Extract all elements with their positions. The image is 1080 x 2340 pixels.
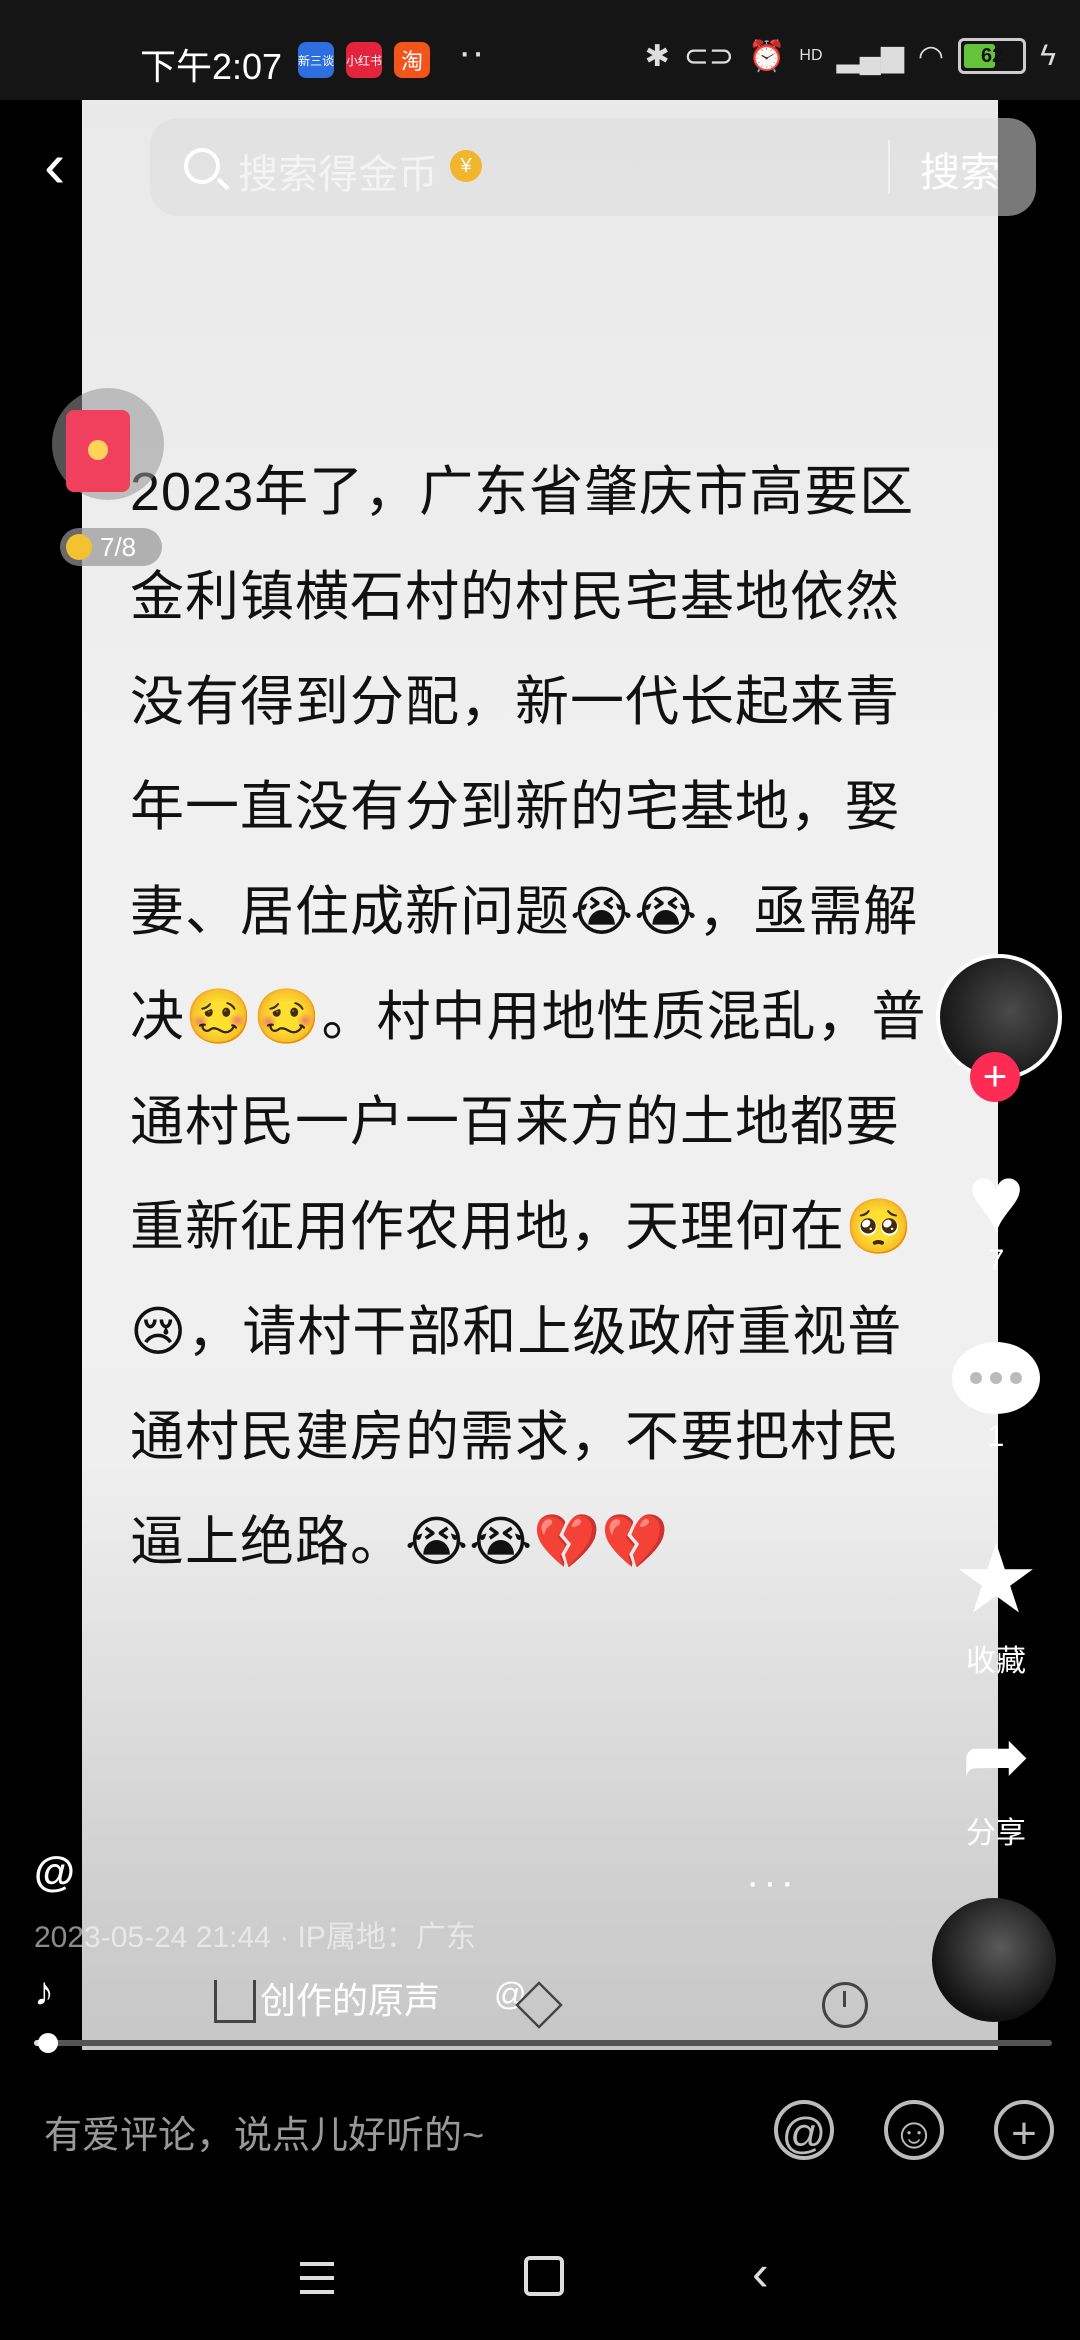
share-arrow-icon: ➦	[961, 1711, 1031, 1802]
music-note-icon: ♪	[34, 1970, 54, 2014]
video-progress-bar[interactable]	[34, 2033, 1052, 2053]
red-envelope-icon	[66, 410, 130, 492]
share-button[interactable]: ➦ 分享	[946, 1712, 1046, 1852]
search-input[interactable]: 搜索得金币	[238, 142, 438, 200]
share-label: 分享	[966, 1817, 1026, 1850]
coin-icon	[66, 534, 92, 560]
emoji-icon[interactable]: ☺	[884, 2100, 944, 2160]
wifi-icon: ◠	[917, 39, 945, 73]
red-packet-progress: 7/8	[60, 528, 162, 566]
comment-button[interactable]: 1	[946, 1342, 1046, 1454]
music-disc[interactable]	[932, 1898, 1056, 2022]
battery-icon: 62	[958, 38, 1027, 74]
favorite-label: 收藏	[966, 1645, 1026, 1678]
music-title[interactable]: 创作的原声	[260, 1972, 440, 2024]
nfc-icon: ⊂⊃	[683, 39, 735, 73]
search-icon	[184, 148, 220, 184]
clock-icon	[822, 1982, 868, 2028]
follow-button[interactable]: +	[970, 1052, 1020, 1102]
chevron-left-icon: ‹	[44, 129, 66, 201]
share-box-icon	[214, 1980, 256, 2023]
hd-icon: HD	[799, 47, 823, 64]
heart-icon: ♥	[967, 1146, 1025, 1253]
back-icon[interactable]: ‹	[752, 2244, 769, 2302]
battery-percent: 62	[980, 44, 1004, 67]
post-text: 2023年了，广东省肇庆市高要区金利镇横石村的村民宅基地依然没有得到分配，新一代…	[130, 462, 927, 1572]
charging-icon: ϟ	[1040, 39, 1056, 72]
app-notification-icon: 新三谈	[298, 42, 334, 78]
menu-icon[interactable]	[300, 2262, 334, 2294]
more-notifications-icon: ··	[458, 30, 485, 74]
comment-input[interactable]: 有爱评论，说点儿好听的~	[44, 2104, 484, 2159]
mention-icon[interactable]: @	[774, 2100, 834, 2160]
alarm-icon: ⏰	[748, 39, 786, 73]
post-meta: 2023-05-24 21:44 · IP属地：广东	[34, 1921, 476, 1954]
favorite-button[interactable]: ★ 收藏	[946, 1530, 1046, 1680]
author-name[interactable]: @	[34, 1848, 75, 1896]
app-label: 小红书	[346, 53, 382, 68]
more-button[interactable]: ···	[746, 1860, 798, 1905]
signal-icon: ▂▄▆	[836, 39, 904, 73]
post-image[interactable]: 2023年了，广东省肇庆市高要区金利镇横石村的村民宅基地依然没有得到分配，新一代…	[82, 100, 998, 2050]
video-progress-thumb[interactable]	[38, 2033, 59, 2053]
red-packet-button[interactable]	[52, 388, 164, 500]
add-icon[interactable]: +	[994, 2100, 1054, 2160]
status-time: 下午2:07	[140, 46, 283, 87]
status-icons: ✱ ⊂⊃ ⏰ HD ▂▄▆ ◠ 62 ϟ	[645, 38, 1056, 74]
app-notification-icon: 小红书	[346, 42, 382, 78]
search-button[interactable]: 搜索	[920, 140, 1000, 198]
star-icon: ★	[952, 1526, 1040, 1633]
red-packet-progress-text: 7/8	[100, 531, 137, 562]
bluetooth-icon: ✱	[644, 39, 670, 73]
app-notification-icon: 淘	[394, 42, 430, 78]
like-button[interactable]: ♥ 7	[946, 1150, 1046, 1278]
like-count: 7	[987, 1244, 1005, 1277]
coin-icon: ¥	[450, 150, 482, 182]
comment-icon	[952, 1342, 1040, 1414]
search-divider	[888, 140, 890, 194]
back-button[interactable]: ‹	[44, 133, 104, 197]
app-label: 新三谈	[298, 53, 334, 68]
search-bar[interactable]: 搜索得金币 ¥ 搜索	[150, 118, 1036, 216]
app-label: 淘	[400, 49, 423, 74]
status-bar: 下午2:07 新三谈 小红书 淘 ·· ✱ ⊂⊃ ⏰ HD ▂▄▆ ◠ 62 ϟ	[0, 0, 1080, 100]
home-icon[interactable]	[524, 2256, 564, 2296]
comment-count: 1	[987, 1420, 1005, 1453]
